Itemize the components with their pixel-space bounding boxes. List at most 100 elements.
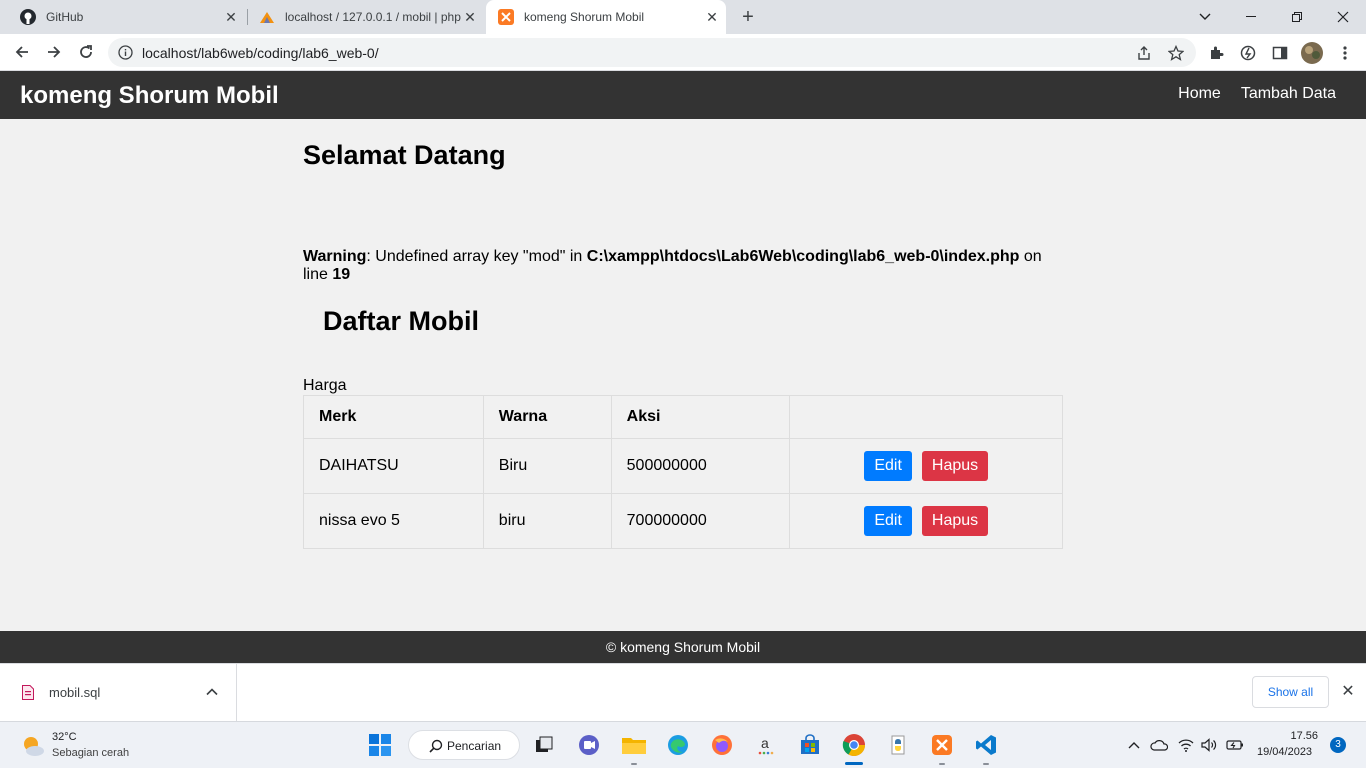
vscode-icon[interactable] (972, 731, 1000, 759)
close-icon[interactable]: ✕ (704, 9, 720, 25)
active-app-indicator (845, 762, 863, 765)
cell-actions: Edit Hapus (789, 493, 1063, 549)
chrome-icon[interactable] (840, 731, 868, 759)
search-icon (429, 739, 443, 758)
address-bar[interactable]: localhost/lab6web/coding/lab6_web-0/ (108, 38, 1196, 67)
xampp-control-icon[interactable]: a (752, 731, 780, 759)
warning-message: : Undefined array key "mod" in (366, 248, 587, 265)
site-footer: © komeng Shorum Mobil (0, 631, 1366, 663)
tab-search-icon[interactable] (1182, 0, 1228, 34)
firefox-icon[interactable] (708, 731, 736, 759)
file-icon (22, 685, 34, 700)
svg-text:a: a (761, 735, 769, 751)
php-warning: Warning: Undefined array key "mod" in C:… (303, 248, 1063, 284)
share-icon[interactable] (1136, 45, 1152, 61)
edit-button[interactable]: Edit (864, 506, 912, 536)
volume-icon[interactable] (1200, 736, 1218, 754)
windows-start-icon[interactable] (366, 731, 394, 759)
close-icon[interactable]: ✕ (223, 9, 239, 25)
close-icon[interactable]: ✕ (1340, 684, 1356, 700)
tab-title: GitHub (46, 10, 84, 24)
weather-description: Sebagian cerah (52, 747, 130, 759)
task-view-icon[interactable] (530, 731, 558, 759)
restore-icon[interactable] (1274, 0, 1320, 34)
avatar[interactable] (1301, 42, 1323, 64)
warning-line-number: 19 (332, 266, 351, 283)
close-window-icon[interactable] (1320, 0, 1366, 34)
tab-komeng[interactable]: komeng Shorum Mobil ✕ (486, 0, 726, 34)
store-icon[interactable] (796, 731, 824, 759)
chat-icon[interactable] (575, 731, 603, 759)
forward-icon[interactable] (40, 38, 68, 66)
taskbar-search[interactable]: Pencarian (408, 730, 520, 760)
page-title: Selamat Datang (303, 140, 506, 170)
show-all-button[interactable]: Show all (1252, 676, 1329, 708)
close-icon[interactable]: ✕ (462, 9, 478, 25)
running-indicator (983, 763, 989, 765)
cell-harga: 500000000 (610, 438, 791, 494)
cell-merk: DAIHATSU (303, 438, 484, 494)
back-icon[interactable] (8, 38, 36, 66)
info-icon[interactable] (118, 45, 133, 60)
reload-icon[interactable] (72, 38, 100, 66)
table-row: DAIHATSU Biru 500000000 Edit Hapus (303, 438, 1063, 494)
warning-path: C:\xampp\htdocs\Lab6Web\coding\lab6_web-… (586, 248, 1020, 265)
notification-badge[interactable]: 3 (1330, 737, 1346, 753)
nav-home-link[interactable]: Home (1178, 85, 1221, 103)
weather-icon[interactable] (20, 733, 46, 759)
browser-toolbar: localhost/lab6web/coding/lab6_web-0/ (0, 34, 1366, 71)
running-indicator (631, 763, 637, 765)
extensions-icon[interactable] (1207, 44, 1225, 62)
cell-warna: Biru (482, 438, 612, 494)
side-panel-icon[interactable] (1271, 44, 1289, 62)
nav-add-data-link[interactable]: Tambah Data (1241, 85, 1336, 103)
list-title: Daftar Mobil (323, 306, 480, 336)
python-icon[interactable] (884, 731, 912, 759)
harga-label: Harga (303, 377, 347, 394)
download-bar: mobil.sql Show all ✕ (0, 663, 1366, 722)
download-file-name: mobil.sql (49, 685, 101, 700)
site-header: komeng Shorum Mobil Home Tambah Data (0, 71, 1366, 119)
weather-temperature: 32°C (52, 731, 77, 743)
taskbar: 32°C Sebagian cerah Pencarian a 17.56 19… (0, 721, 1366, 768)
delete-button[interactable]: Hapus (921, 506, 989, 536)
cars-table: Merk Warna Aksi DAIHATSU Biru 500000000 … (303, 395, 1063, 549)
delete-button[interactable]: Hapus (921, 451, 989, 481)
cell-merk: nissa evo 5 (303, 493, 484, 549)
tab-phpmyadmin[interactable]: localhost / 127.0.0.1 / mobil | php ✕ (239, 0, 484, 34)
github-icon (20, 9, 36, 25)
chevron-up-icon[interactable] (205, 685, 219, 699)
xampp-icon[interactable] (928, 731, 956, 759)
search-label: Pencarian (447, 739, 502, 753)
edge-icon[interactable] (664, 731, 692, 759)
cell-harga: 700000000 (610, 493, 791, 549)
onedrive-icon[interactable] (1150, 736, 1168, 754)
chevron-up-icon[interactable] (1125, 736, 1143, 754)
browser-tab-bar: GitHub ✕ localhost / 127.0.0.1 / mobil |… (0, 0, 1366, 34)
bookmark-star-icon[interactable] (1167, 44, 1185, 61)
tab-title: localhost / 127.0.0.1 / mobil | php (285, 10, 461, 24)
warning-label: Warning (303, 248, 367, 265)
xampp-icon (498, 9, 514, 25)
tab-github[interactable]: GitHub ✕ (0, 0, 245, 34)
clock-date[interactable]: 19/04/2023 (1257, 746, 1312, 758)
wifi-icon[interactable] (1177, 736, 1195, 754)
column-header-merk: Merk (303, 395, 484, 439)
column-header-aksi: Aksi (610, 395, 791, 439)
clock-time[interactable]: 17.56 (1290, 730, 1318, 742)
site-nav: Home Tambah Data (1178, 85, 1336, 103)
table-row: nissa evo 5 biru 700000000 Edit Hapus (303, 493, 1063, 549)
new-tab-icon[interactable]: + (738, 7, 758, 27)
column-header-empty (789, 395, 1063, 439)
battery-icon[interactable] (1226, 736, 1244, 754)
address-url: localhost/lab6web/coding/lab6_web-0/ (142, 45, 379, 61)
performance-icon[interactable] (1239, 44, 1257, 62)
cell-actions: Edit Hapus (789, 438, 1063, 494)
running-indicator (939, 763, 945, 765)
edit-button[interactable]: Edit (864, 451, 912, 481)
download-item[interactable]: mobil.sql (0, 664, 237, 722)
file-explorer-icon[interactable] (620, 731, 648, 759)
minimize-icon[interactable] (1228, 0, 1274, 34)
cell-warna: biru (482, 493, 612, 549)
menu-dots-icon[interactable] (1336, 44, 1354, 62)
